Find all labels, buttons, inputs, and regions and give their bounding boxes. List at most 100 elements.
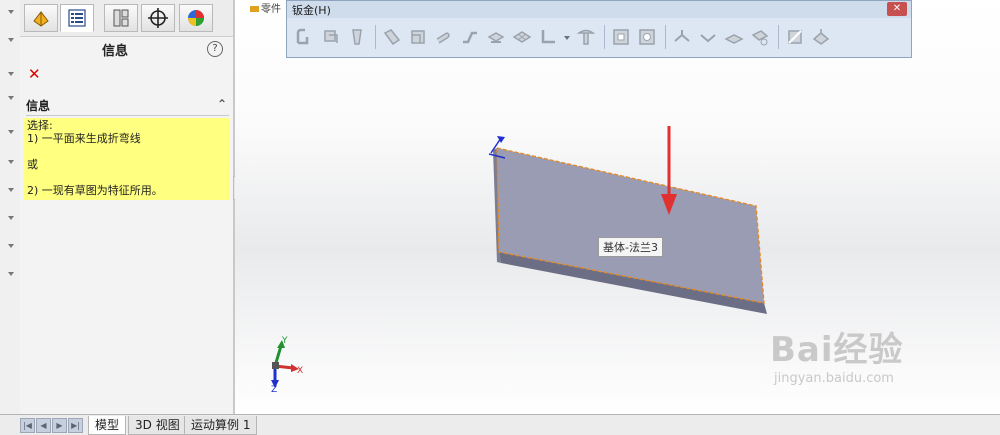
- chevron-down-icon[interactable]: [8, 72, 14, 76]
- triad-x-label: X: [297, 366, 304, 376]
- no-bends-button[interactable]: [748, 25, 772, 49]
- help-icon[interactable]: ?: [207, 41, 223, 57]
- section-header-info[interactable]: 信息 ⌃: [26, 97, 229, 116]
- chevron-down-icon[interactable]: [8, 96, 14, 100]
- property-list-icon: [68, 9, 86, 27]
- toolbar-separator: [604, 25, 605, 49]
- simple-hole-button[interactable]: [635, 25, 659, 49]
- info-message-box: 选择: 1) 一平面来生成折弯线 或 2) 一现有草图为特征所用。: [24, 118, 229, 200]
- baidu-watermark: Bai经验 jingyan.baidu.com: [770, 322, 904, 386]
- toolbar-title: 钣金(H): [292, 4, 331, 17]
- dropdown-arrow-icon: [564, 36, 570, 40]
- configuration-icon: [113, 9, 129, 27]
- tab-motion-study-1[interactable]: 运动算例 1: [184, 416, 258, 435]
- forming-tool-button[interactable]: [574, 25, 598, 49]
- last-tab-icon[interactable]: ▶|: [68, 418, 83, 433]
- edge-flange-button[interactable]: [380, 25, 404, 49]
- chevron-down-icon[interactable]: [8, 10, 14, 14]
- info-line: [27, 171, 226, 184]
- closed-corner-icon: [541, 30, 555, 44]
- close-button[interactable]: ✕: [887, 2, 907, 16]
- toolbar-button-row: [293, 22, 835, 52]
- info-line: 1) 一平面来生成折弯线: [27, 132, 141, 145]
- tab-model[interactable]: 模型: [88, 416, 127, 435]
- info-line: [27, 145, 226, 158]
- toolbar-separator: [665, 25, 666, 49]
- extruded-cut-button[interactable]: [609, 25, 633, 49]
- sketched-bend-icon: [487, 32, 505, 43]
- base-flange-button[interactable]: [293, 25, 317, 49]
- feature-name-tooltip: 基体-法兰3: [598, 237, 663, 257]
- chevron-down-icon[interactable]: [8, 216, 14, 220]
- triad-origin: [272, 362, 279, 369]
- cross-break-button[interactable]: [510, 25, 534, 49]
- chevron-down-icon[interactable]: [8, 244, 14, 248]
- sketched-bend-button[interactable]: [484, 25, 508, 49]
- triad-z-label: Z: [271, 385, 278, 395]
- crosshair-icon: [148, 8, 168, 28]
- dropdown-arrow-button[interactable]: [562, 25, 572, 49]
- chevron-down-icon[interactable]: [8, 188, 14, 192]
- unfold-icon: [674, 30, 690, 42]
- tab-configuration-manager[interactable]: [104, 4, 138, 32]
- lofted-bend-button[interactable]: [345, 25, 369, 49]
- feature-tree-root[interactable]: 零件: [250, 0, 281, 15]
- jog-button[interactable]: [458, 25, 482, 49]
- left-edge-strip: [0, 0, 21, 414]
- flatten-icon: [724, 34, 744, 44]
- panel-tab-bar: [20, 0, 233, 37]
- triad-y-label: Y: [282, 336, 288, 346]
- unfold-button[interactable]: [670, 25, 694, 49]
- section-title: 信息: [26, 99, 51, 113]
- feature-tree-icon: [33, 11, 49, 27]
- chevron-down-icon[interactable]: [8, 38, 14, 42]
- lofted-bend-icon: [352, 29, 362, 45]
- toolbar-separator: [375, 25, 376, 49]
- forming-tool-icon: [576, 29, 596, 45]
- fold-icon: [700, 34, 716, 43]
- no-bends-icon: [751, 30, 769, 46]
- extruded-cut-icon: [613, 29, 629, 45]
- property-manager-panel: 信息 ? ✕ 信息 ⌃ 选择: 1) 一平面来生成折弯线 或 2) 一现有草图为…: [20, 0, 233, 414]
- chevron-down-icon[interactable]: [8, 130, 14, 134]
- watermark-url: jingyan.baidu.com: [774, 371, 894, 386]
- part-icon: [250, 6, 259, 12]
- display-pie-icon: [188, 10, 204, 26]
- jog-icon: [463, 31, 477, 44]
- info-line: 或: [27, 158, 38, 171]
- edge-flange-icon: [383, 29, 401, 46]
- closed-corner-button[interactable]: [536, 25, 560, 49]
- tab-property-manager[interactable]: [60, 4, 94, 32]
- rip-button[interactable]: [783, 25, 807, 49]
- cancel-icon[interactable]: ✕: [28, 65, 41, 83]
- simple-hole-icon: [639, 29, 655, 45]
- cross-break-icon: [512, 31, 532, 43]
- panel-title: 信息: [101, 44, 128, 59]
- info-line: 2) 一现有草图为特征所用。: [27, 184, 163, 197]
- hem-button[interactable]: [432, 25, 456, 49]
- toolbar-separator: [778, 25, 779, 49]
- chevron-down-icon[interactable]: [8, 160, 14, 164]
- next-tab-icon[interactable]: ▶: [52, 418, 67, 433]
- rip-icon: [788, 30, 802, 44]
- fold-button[interactable]: [696, 25, 720, 49]
- insert-bends-button[interactable]: [809, 25, 833, 49]
- hem-icon: [436, 32, 450, 44]
- tab-display-manager[interactable]: [179, 4, 213, 32]
- miter-flange-button[interactable]: [406, 25, 430, 49]
- miter-flange-icon: [411, 30, 425, 44]
- tab-dimxpert-manager[interactable]: [141, 4, 175, 32]
- toolbar-titlebar[interactable]: 钣金(H) ✕: [287, 1, 911, 18]
- convert-to-sheet-metal-button[interactable]: [319, 25, 343, 49]
- base-flange-icon: [296, 28, 309, 45]
- bottom-tab-bar: |◀ ◀ ▶ ▶| 模型 3D 视图 运动算例 1: [0, 414, 1000, 435]
- sheet-metal-toolbar: 钣金(H) ✕: [286, 0, 912, 58]
- chevron-down-icon[interactable]: [8, 272, 14, 276]
- info-line: 选择:: [27, 119, 53, 132]
- tab-feature-manager[interactable]: [24, 4, 58, 32]
- prev-tab-icon[interactable]: ◀: [36, 418, 51, 433]
- first-tab-icon[interactable]: |◀: [20, 418, 35, 433]
- tab-3d-view[interactable]: 3D 视图: [128, 416, 187, 435]
- flatten-button[interactable]: [722, 25, 746, 49]
- chevron-up-icon[interactable]: ⌃: [217, 97, 227, 111]
